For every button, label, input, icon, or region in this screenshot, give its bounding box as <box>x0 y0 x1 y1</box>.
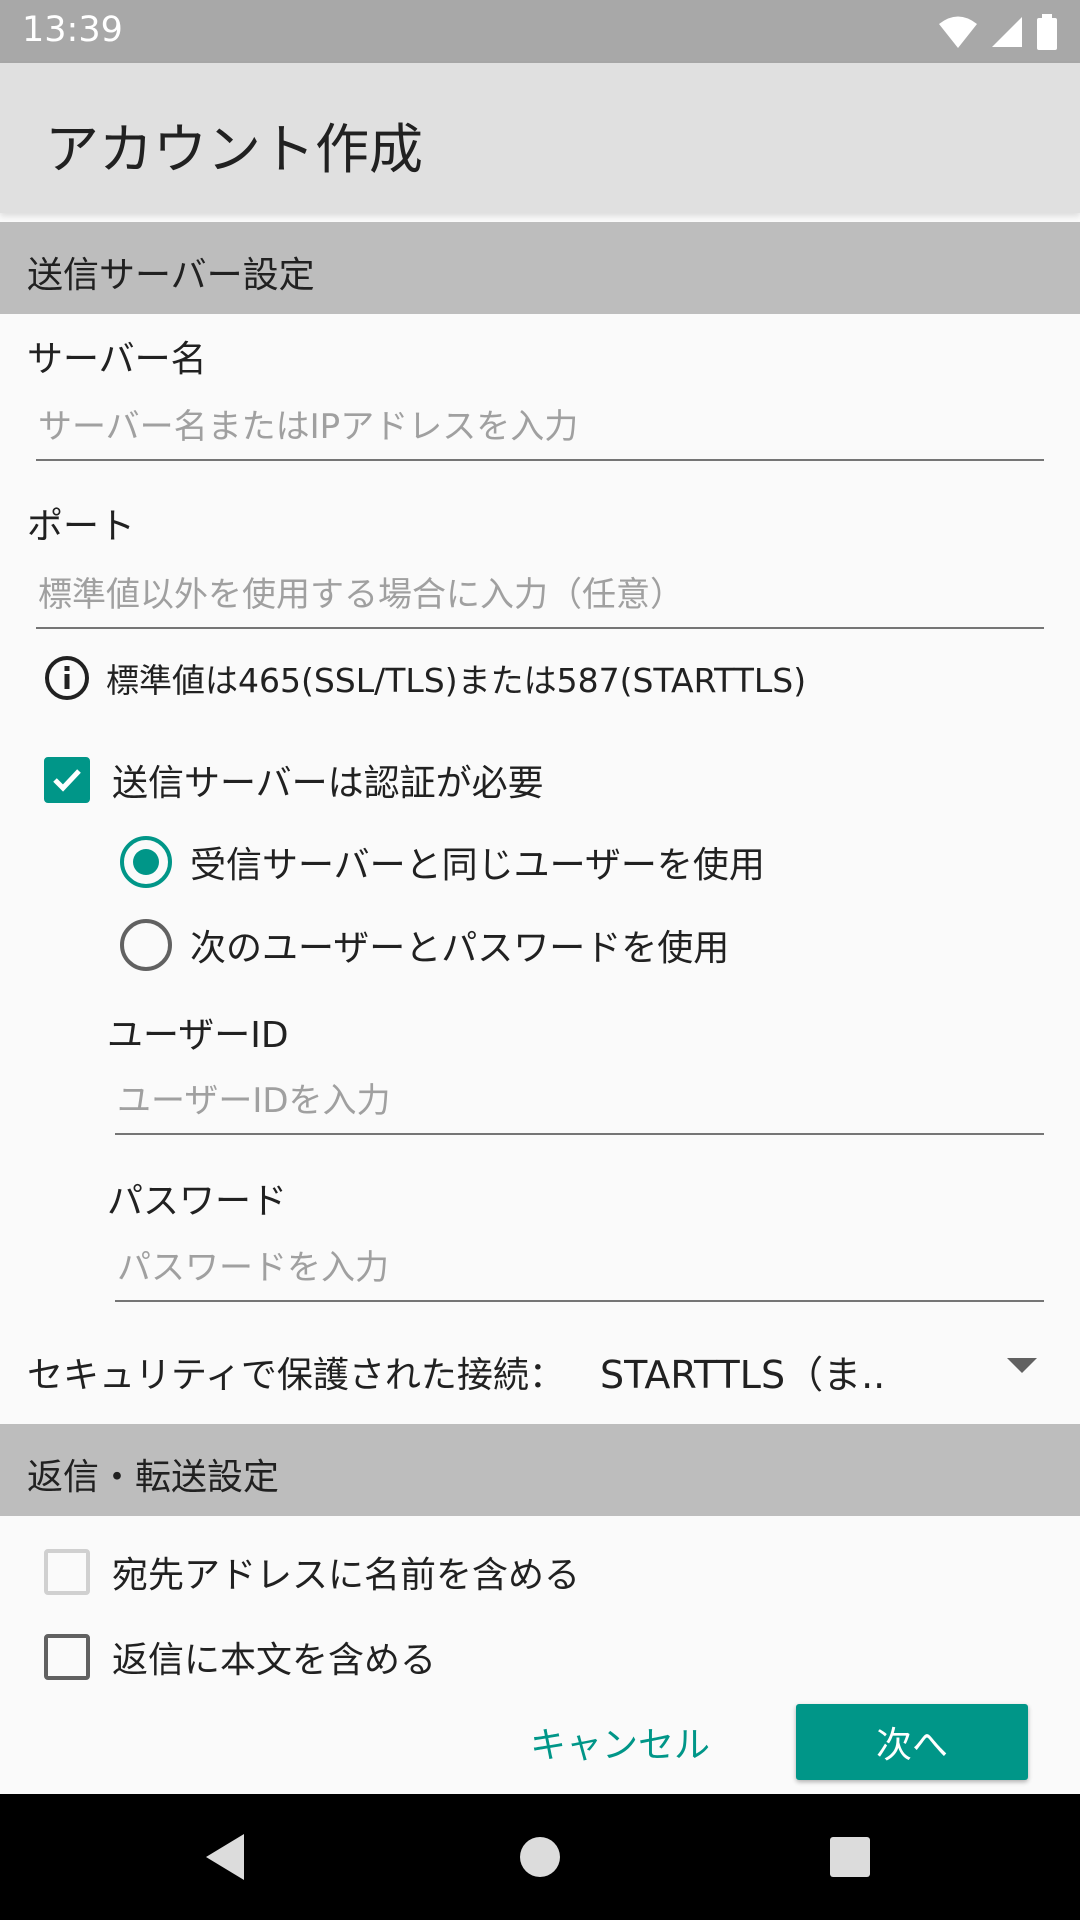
cancel-button[interactable]: キャンセル <box>510 1704 730 1780</box>
radio-dot <box>133 849 159 875</box>
radio-custom-user[interactable] <box>120 919 172 971</box>
status-icons <box>938 14 1058 50</box>
port-label: ポート <box>27 506 136 547</box>
include-body-checkbox-row[interactable]: 返信に本文を含める <box>44 1631 436 1683</box>
section-title-outgoing: 送信サーバー設定 <box>27 255 315 296</box>
auth-required-label: 送信サーバーは認証が必要 <box>112 763 544 804</box>
nav-back-button[interactable] <box>165 1794 285 1920</box>
password-label: パスワード <box>107 1181 288 1222</box>
server-name-label: サーバー名 <box>27 339 207 380</box>
auth-option-same-user-label: 受信サーバーと同じユーザーを使用 <box>190 845 765 886</box>
auth-required-checkbox[interactable] <box>44 757 90 803</box>
section-header-reply: 返信・転送設定 <box>0 1424 1080 1516</box>
include-name-checkbox[interactable] <box>44 1549 90 1595</box>
home-circle-icon <box>520 1837 560 1877</box>
auth-required-checkbox-row[interactable]: 送信サーバーは認証が必要 <box>44 754 544 806</box>
status-bar: 13:39 <box>0 0 1080 63</box>
auth-option-same-user[interactable]: 受信サーバーと同じユーザーを使用 <box>120 836 765 888</box>
status-time: 13:39 <box>22 10 123 50</box>
user-id-input[interactable] <box>115 1069 1044 1135</box>
cell-signal-icon <box>992 17 1022 47</box>
user-id-label: ユーザーID <box>107 1015 289 1056</box>
wifi-icon <box>939 16 977 48</box>
security-value: STARTTLS（ま.. <box>600 1353 886 1397</box>
port-input[interactable] <box>36 563 1044 629</box>
dropdown-arrow-icon <box>1007 1358 1037 1373</box>
page-title: アカウント作成 <box>45 118 423 181</box>
include-body-checkbox[interactable] <box>44 1634 90 1680</box>
port-info: 標準値は465(SSL/TLS)または587(STARTTLS) <box>44 654 806 702</box>
next-button[interactable]: 次へ <box>796 1704 1028 1780</box>
back-triangle-icon <box>206 1834 244 1880</box>
navigation-bar <box>0 1794 1080 1920</box>
server-name-input[interactable] <box>36 395 1044 461</box>
nav-recents-button[interactable] <box>790 1794 910 1920</box>
security-dropdown[interactable]: セキュリティで保護された接続： STARTTLS（ま.. <box>27 1338 1057 1398</box>
recents-square-icon <box>830 1837 870 1877</box>
account-create-screen: 13:39 アカウント作成 送信サーバー設定 サーバー名 ポート <box>0 0 1080 1920</box>
battery-icon <box>1037 14 1057 50</box>
nav-home-button[interactable] <box>480 1794 600 1920</box>
info-icon <box>45 656 89 700</box>
auth-option-custom-user-label: 次のユーザーとパスワードを使用 <box>190 928 730 969</box>
section-header-outgoing: 送信サーバー設定 <box>0 222 1080 314</box>
checkmark-icon <box>53 769 81 792</box>
include-body-label: 返信に本文を含める <box>112 1640 437 1681</box>
security-label: セキュリティで保護された接続： <box>27 1355 565 1396</box>
app-bar: アカウント作成 <box>0 63 1080 213</box>
auth-option-custom-user[interactable]: 次のユーザーとパスワードを使用 <box>120 919 729 971</box>
password-input[interactable] <box>115 1236 1044 1302</box>
radio-same-user[interactable] <box>120 836 172 888</box>
port-info-text: 標準値は465(SSL/TLS)または587(STARTTLS) <box>106 661 807 700</box>
section-title-reply: 返信・転送設定 <box>27 1457 280 1498</box>
include-name-label: 宛先アドレスに名前を含める <box>112 1555 581 1596</box>
include-name-checkbox-row[interactable]: 宛先アドレスに名前を含める <box>44 1546 580 1598</box>
